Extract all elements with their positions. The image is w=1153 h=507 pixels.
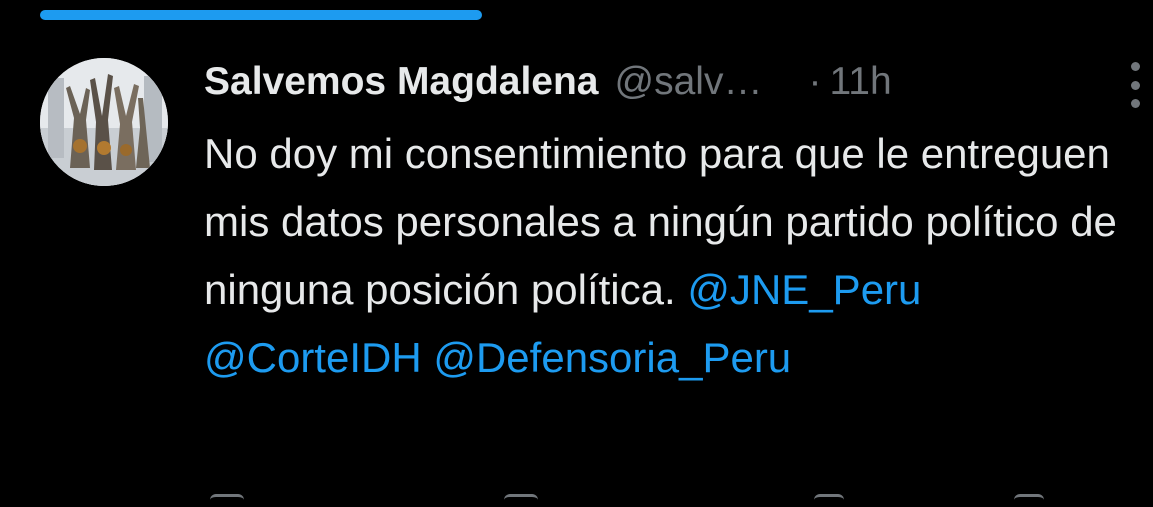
top-progress-bar [40,10,482,20]
tweet-content: Salvemos Magdalena @salv… · 11h No doy m… [204,52,1124,392]
tweet-text: No doy mi consentimiento para que le ent… [204,120,1124,392]
user-handle[interactable]: @salv… [615,60,763,104]
avatar[interactable] [40,58,168,186]
tweet-action-bar [204,494,1044,504]
more-dot [1130,80,1140,90]
mention-corteidh[interactable]: @CorteIDH [204,334,422,381]
views-icon[interactable] [1014,494,1044,507]
more-dot [1130,62,1140,71]
like-icon[interactable] [814,494,844,507]
retweet-icon[interactable] [504,494,538,507]
separator-dot: · [808,60,822,103]
more-dot [1130,99,1140,108]
tweet-body-text: No doy mi consentimiento para que le ent… [204,130,1117,313]
tweet-timestamp[interactable]: 11h [829,60,891,104]
tweet-header: Salvemos Magdalena @salv… · 11h [204,52,1124,112]
display-name[interactable]: Salvemos Magdalena [204,60,599,104]
mention-jne-peru[interactable]: @JNE_Peru [687,266,921,313]
reply-icon[interactable] [210,494,244,507]
more-vertical-icon[interactable] [1120,62,1150,108]
mention-defensoria-peru[interactable]: @Defensoria_Peru [433,334,791,381]
avatar-image [40,58,168,186]
